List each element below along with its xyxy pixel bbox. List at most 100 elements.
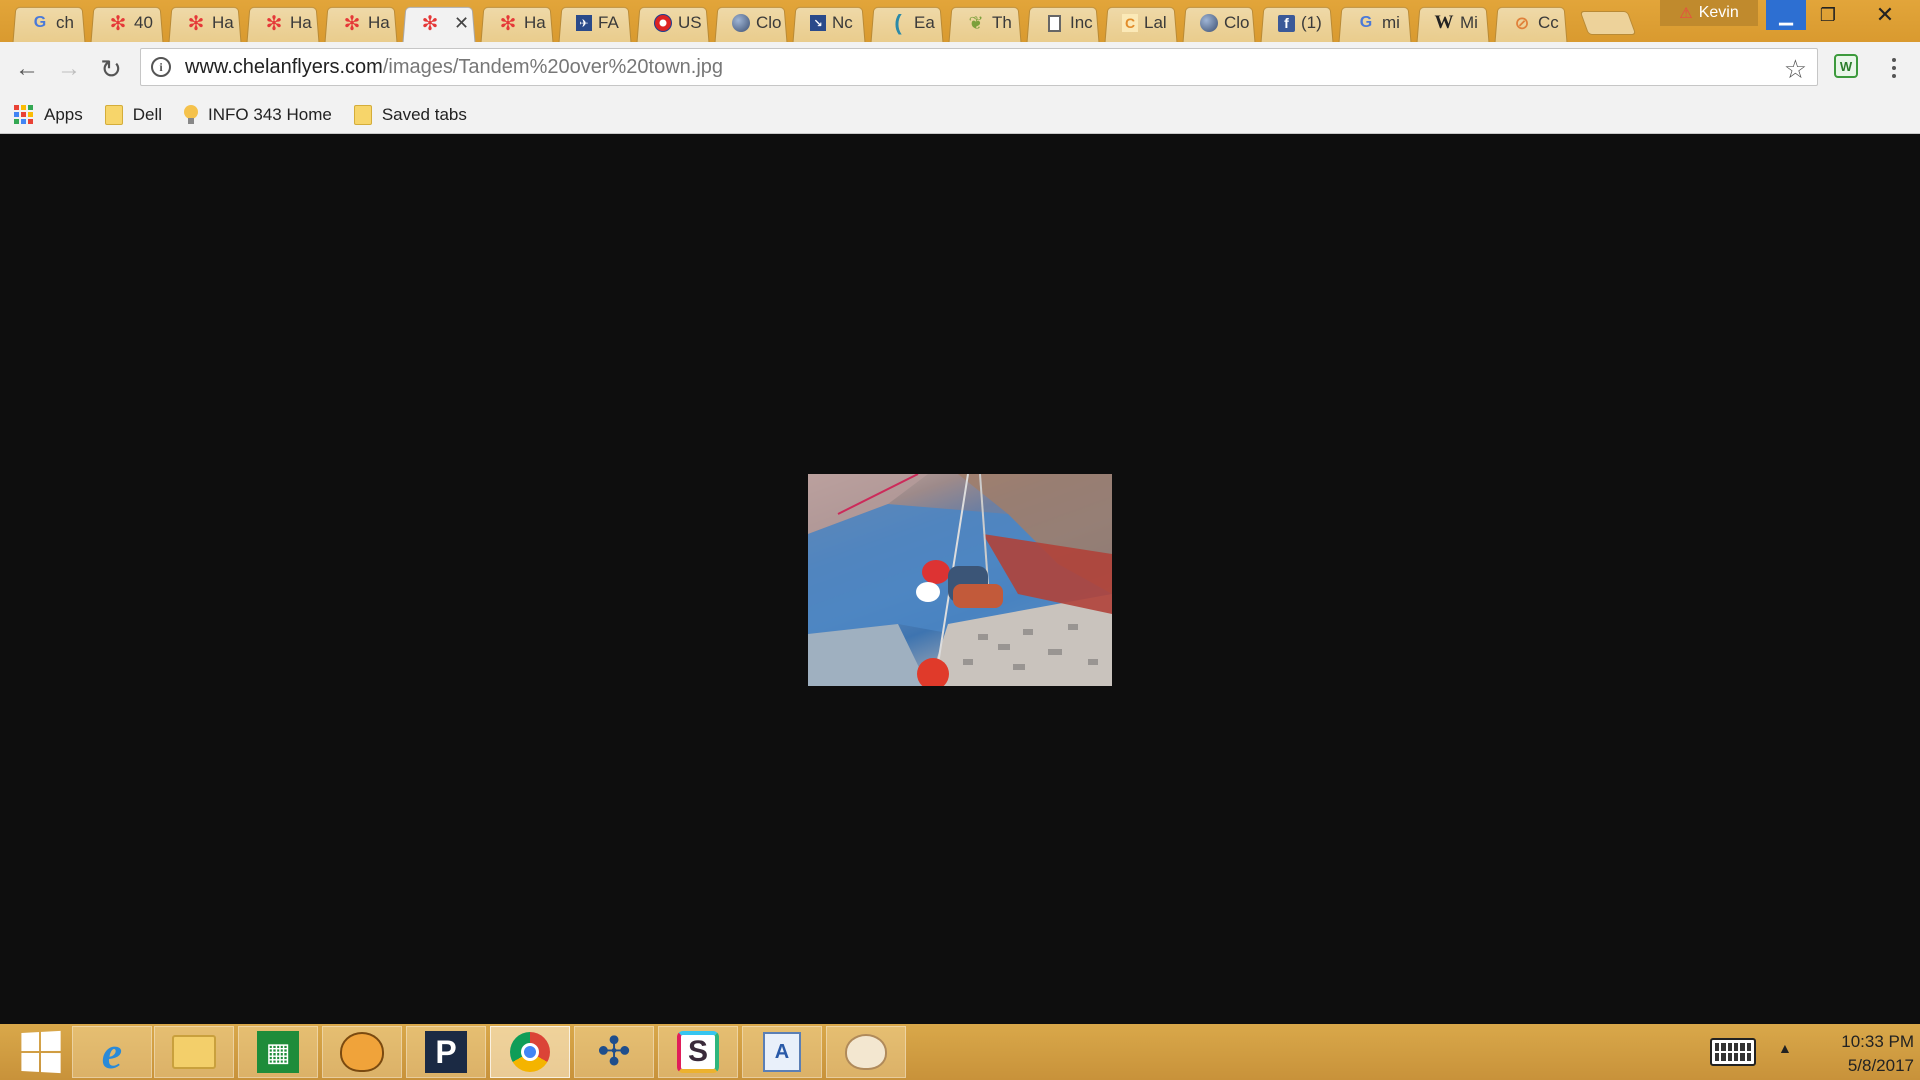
bookmark-apps[interactable]: Apps [14, 104, 83, 125]
tab-title: mi [1382, 13, 1400, 32]
tab[interactable]: Gch [10, 4, 88, 42]
profile-button[interactable]: ⚠ Kevin [1660, 0, 1758, 26]
bookmark-label: Dell [132, 104, 163, 124]
flower-icon: ✻ [265, 12, 283, 35]
tab[interactable]: f (1) [1258, 4, 1336, 42]
close-icon: ✕ [1875, 2, 1895, 27]
tab-title: ch [56, 13, 74, 32]
close-window-button[interactable]: ✕ [1850, 0, 1920, 30]
tab-title: Cc [1538, 13, 1559, 32]
bookmark-saved-tabs[interactable]: Saved tabs [353, 104, 467, 125]
menu-kebab-icon[interactable] [1884, 52, 1904, 84]
tab-title: Ha [368, 13, 390, 32]
tab[interactable]: ↘ Nc [790, 4, 868, 42]
slack-icon: S [677, 1031, 719, 1073]
bookmarks-bar: Apps Dell INFO 343 Home Saved tabs [0, 96, 1920, 134]
tab[interactable]: ✻ Ha [166, 4, 244, 42]
taskbar-tableau[interactable]: ✣ [574, 1026, 654, 1078]
tab[interactable]: Inc [1024, 4, 1102, 42]
new-tab-button[interactable] [1579, 11, 1637, 35]
restore-icon: ❐ [1819, 4, 1837, 25]
tab[interactable]: ✻ Ha [322, 4, 400, 42]
close-tab-icon[interactable]: ✕ [454, 13, 469, 34]
folder-icon [104, 104, 123, 125]
back-button[interactable]: ← [10, 52, 44, 86]
us-icon [654, 14, 672, 32]
tab[interactable]: ( Ea [868, 4, 946, 42]
tab[interactable]: ❦ Th [946, 4, 1024, 42]
start-button[interactable] [0, 1026, 80, 1078]
windows-icon [21, 1030, 61, 1074]
tab-title: Lal [1144, 13, 1167, 32]
apps-icon [14, 104, 34, 125]
taskbar-store[interactable]: ▦ [238, 1026, 318, 1078]
forward-button[interactable]: → [52, 52, 86, 86]
tab-active[interactable]: ✻ ✕ [400, 4, 478, 42]
document-icon [1044, 13, 1064, 33]
tab[interactable]: Gmi [1336, 4, 1414, 42]
pandora-icon: P [425, 1031, 467, 1073]
tab-title: Ea [914, 13, 935, 32]
flower-icon: ✻ [343, 12, 361, 35]
url-path: /images/Tandem%20over%20town.jpg [382, 55, 724, 78]
tab[interactable]: ✈ FA [556, 4, 634, 42]
flower-icon: ✻ [499, 12, 517, 35]
tab[interactable]: ✻ 40 [88, 4, 166, 42]
taskbar-scratch[interactable] [322, 1026, 402, 1078]
taskbar-wordpad[interactable]: A [742, 1026, 822, 1078]
chrome-icon [510, 1032, 550, 1072]
restore-button[interactable]: ❐ [1806, 0, 1850, 30]
bookmark-label: Apps [44, 104, 83, 124]
extension-shield-icon[interactable]: W [1834, 54, 1858, 78]
profile-sync-icon: ⚠ [1679, 5, 1693, 22]
taskbar-internet-explorer[interactable]: e [72, 1026, 152, 1078]
arrow-right-icon: → [57, 55, 81, 82]
scratch-cat-icon [340, 1032, 384, 1072]
taskbar-paint[interactable] [826, 1026, 906, 1078]
reload-button[interactable]: ↻ [94, 52, 128, 86]
tab-title: Mi [1460, 13, 1478, 32]
tab[interactable]: ⊘ Cc [1492, 4, 1570, 42]
tab[interactable]: ✻ Ha [244, 4, 322, 42]
info-icon[interactable]: i [151, 57, 171, 77]
paint-icon [845, 1034, 887, 1070]
bookmark-dell[interactable]: Dell [104, 104, 163, 125]
tab-title: Th [992, 13, 1012, 32]
tab[interactable]: US [634, 4, 712, 42]
clock[interactable]: 10:33 PM 5/8/2017 [1810, 1030, 1914, 1078]
google-icon: G [1359, 14, 1373, 31]
address-bar[interactable]: i www.chelanflyers.com/images/Tandem%20o… [140, 48, 1818, 86]
tab[interactable]: C Lal [1102, 4, 1180, 42]
store-icon: ▦ [257, 1031, 299, 1073]
show-hidden-icons-icon[interactable]: ▲ [1778, 1040, 1792, 1056]
globe-icon [732, 14, 750, 32]
minimize-button[interactable]: ▁ [1766, 0, 1806, 30]
taskbar-chrome[interactable] [490, 1026, 570, 1078]
taskbar-pandora[interactable]: P [406, 1026, 486, 1078]
tab-title: 40 [134, 13, 153, 32]
browser-toolbar: ← → ↻ i www.chelanflyers.com/images/Tand… [0, 42, 1920, 96]
touch-keyboard-icon[interactable] [1710, 1038, 1756, 1066]
tab[interactable]: W Mi [1414, 4, 1492, 42]
hang-glider-photo[interactable] [808, 474, 1112, 686]
windows-taskbar: e ▦ P ✣ S A [0, 1024, 1920, 1080]
tab[interactable]: ✻ Ha [478, 4, 556, 42]
bookmark-star-icon[interactable]: ☆ [1784, 54, 1807, 85]
system-tray: ▲ 10:33 PM 5/8/2017 [1700, 1024, 1920, 1080]
tab-title: FA [598, 13, 619, 32]
tab[interactable]: Clo [712, 4, 790, 42]
google-icon: G [33, 14, 47, 31]
bookmark-label: Saved tabs [381, 104, 467, 124]
tab-title: Nc [832, 13, 853, 32]
internet-explorer-icon: e [101, 1026, 123, 1078]
wordpad-icon: A [763, 1032, 801, 1072]
tab-title: Ha [212, 13, 234, 32]
tab[interactable]: Clo [1180, 4, 1258, 42]
taskbar-slack[interactable]: S [658, 1026, 738, 1078]
reload-icon: ↻ [100, 53, 122, 84]
minimize-icon: ▁ [1779, 4, 1793, 25]
bookmark-info-343-home[interactable]: INFO 343 Home [184, 104, 332, 125]
curl-icon: ( [894, 10, 902, 35]
hang-glider-photo-art [808, 474, 1112, 686]
taskbar-file-explorer[interactable] [154, 1026, 234, 1078]
